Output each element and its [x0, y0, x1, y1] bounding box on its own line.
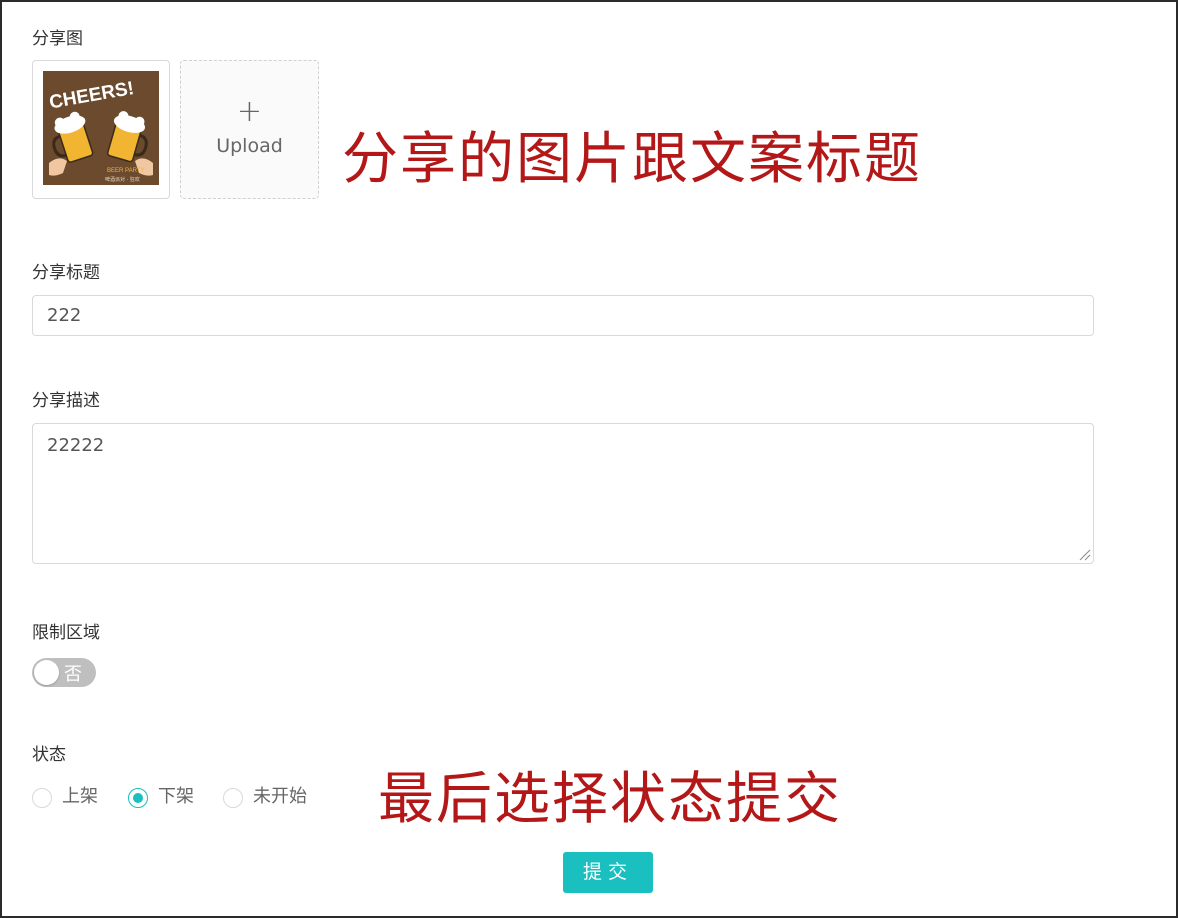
restrict-area-switch[interactable]: 否 — [32, 658, 96, 687]
submit-button[interactable]: 提交 — [563, 852, 653, 893]
upload-button[interactable]: + Upload — [180, 60, 319, 199]
radio-label: 未开始 — [253, 786, 307, 807]
status-radio-not-started[interactable]: 未开始 — [223, 782, 323, 808]
status-radio-delisted[interactable]: 下架 — [128, 782, 208, 808]
share-description-text: 22222 — [47, 435, 105, 456]
share-description-label: 分享描述 — [32, 391, 100, 411]
restrict-area-label: 限制区域 — [32, 623, 100, 643]
thumbnail-caption-line2: 啤酒派对 · 狂欢 — [105, 176, 140, 183]
radio-label: 上架 — [62, 786, 98, 807]
radio-circle — [32, 788, 52, 808]
share-title-label: 分享标题 — [32, 263, 100, 283]
status-label: 状态 — [32, 745, 66, 765]
radio-circle — [223, 788, 243, 808]
share-title-input[interactable]: 222 — [32, 295, 1094, 336]
share-image-label: 分享图 — [32, 29, 83, 49]
resize-handle-icon[interactable] — [1077, 547, 1091, 561]
annotation-bottom: 最后选择状态提交 — [378, 767, 842, 832]
form-container: 分享图 CHEERS! BEER PARTY 啤酒派对 · 狂欢 + Uploa… — [0, 0, 1178, 918]
annotation-top: 分享的图片跟文案标题 — [342, 127, 922, 192]
plus-icon: + — [236, 94, 263, 129]
switch-text: 否 — [64, 664, 82, 685]
radio-label: 下架 — [158, 786, 194, 807]
radio-circle-checked — [128, 788, 148, 808]
status-radio-listed[interactable]: 上架 — [32, 782, 112, 808]
cheers-beer-image: CHEERS! BEER PARTY 啤酒派对 · 狂欢 — [43, 71, 159, 185]
share-image-thumbnail[interactable]: CHEERS! BEER PARTY 啤酒派对 · 狂欢 — [32, 60, 170, 199]
thumbnail-caption-line1: BEER PARTY — [107, 168, 144, 174]
share-description-textarea[interactable]: 22222 — [32, 423, 1094, 564]
switch-knob — [34, 660, 59, 685]
upload-label: Upload — [216, 135, 283, 157]
